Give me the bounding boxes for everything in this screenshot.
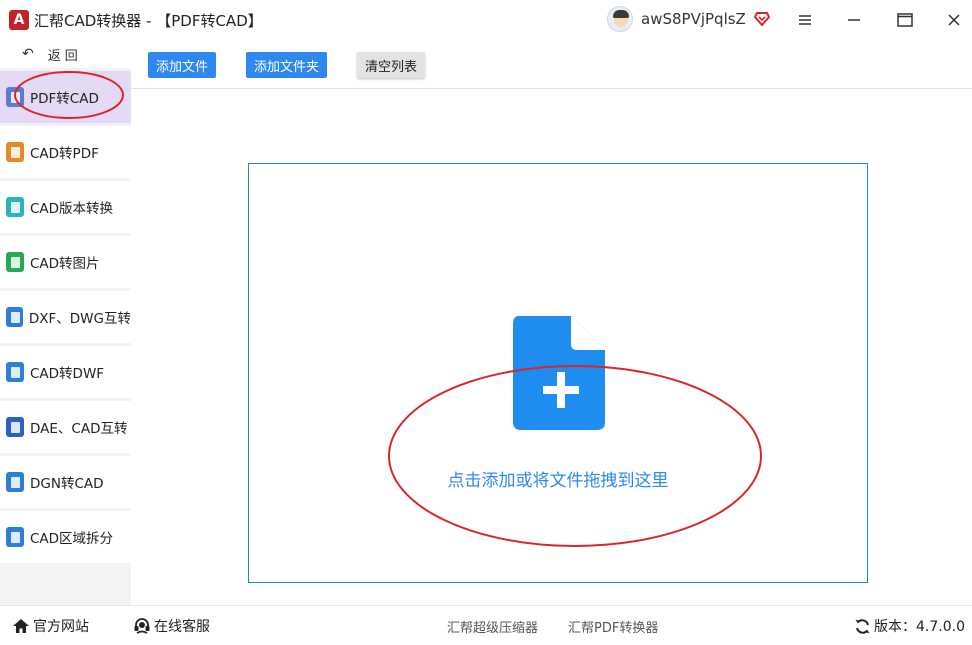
status-bar: 官方网站 在线客服 汇帮超级压缩器 汇帮PDF转换器 版本：4.7.0.0 xyxy=(0,605,972,645)
version-info[interactable]: 版本：4.7.0.0 xyxy=(853,616,965,636)
annotation-ellipse-dropzone xyxy=(388,365,762,547)
minimize-icon[interactable] xyxy=(843,9,865,31)
sidebar-item-label: DGN转CAD xyxy=(30,476,104,492)
sidebar: ↶ 返回 PDF转CAD CAD转PDF CAD版本转换 CAD转图片 DXF、DWG互… xyxy=(0,40,131,605)
official-website-label: 官方网站 xyxy=(33,619,89,635)
username[interactable]: awS8PVjPqlsZ xyxy=(641,10,746,28)
sidebar-item-label: CAD版本转换 xyxy=(30,201,114,217)
add-folder-button[interactable]: 添加文件夹 xyxy=(246,52,327,78)
sidebar-item[interactable]: CAD转PDF xyxy=(0,126,131,178)
sidebar-item[interactable]: DAE、CAD互转 xyxy=(0,401,131,453)
compressor-link[interactable]: 汇帮超级压缩器 xyxy=(447,617,538,636)
clear-list-button[interactable]: 清空列表 xyxy=(357,52,425,78)
back-button[interactable]: ↶ 返回 xyxy=(0,40,131,68)
dae-cad-icon xyxy=(6,417,24,437)
sidebar-item-label: CAD转DWF xyxy=(30,366,105,382)
window-title: 汇帮CAD转换器 - 【PDF转CAD】 xyxy=(34,11,263,30)
menu-icon[interactable] xyxy=(794,9,816,31)
app-logo-icon: A xyxy=(9,10,29,30)
online-support-label: 在线客服 xyxy=(154,619,210,635)
sidebar-item[interactable]: DXF、DWG互转 xyxy=(0,291,131,343)
annotation-ellipse-sidebar xyxy=(14,71,124,119)
vip-diamond-icon[interactable] xyxy=(753,11,770,27)
pdf-converter-link[interactable]: 汇帮PDF转换器 xyxy=(568,617,658,636)
sidebar-item[interactable]: CAD转图片 xyxy=(0,236,131,288)
add-file-button[interactable]: 添加文件 xyxy=(148,52,216,78)
sidebar-item-label: CAD区域拆分 xyxy=(30,531,114,547)
user-profile[interactable]: awS8PVjPqlsZ xyxy=(607,6,770,32)
cad-to-pdf-icon xyxy=(6,142,24,162)
back-arrow-icon: ↶ xyxy=(22,46,34,62)
title-bar: A 汇帮CAD转换器 - 【PDF转CAD】 xyxy=(0,0,972,40)
sidebar-item[interactable]: CAD转DWF xyxy=(0,346,131,398)
sidebar-item-label: CAD转PDF xyxy=(30,146,99,162)
refresh-icon xyxy=(853,617,871,635)
official-website-link[interactable]: 官方网站 xyxy=(12,616,89,636)
version-label: 版本：4.7.0.0 xyxy=(874,619,965,635)
home-icon xyxy=(12,617,30,635)
cad-split-icon xyxy=(6,527,24,547)
cad-version-icon xyxy=(6,197,24,217)
close-icon[interactable] xyxy=(943,9,965,31)
headset-icon xyxy=(133,617,151,635)
cad-to-image-icon xyxy=(6,252,24,272)
toolbar-divider xyxy=(131,88,972,89)
avatar[interactable] xyxy=(607,6,633,32)
sidebar-item-label: DXF、DWG互转 xyxy=(28,311,131,327)
back-label: 返回 xyxy=(47,48,82,64)
sidebar-item-label: CAD转图片 xyxy=(30,256,100,272)
dxf-dwg-icon xyxy=(6,307,23,327)
online-support-link[interactable]: 在线客服 xyxy=(133,616,210,636)
maximize-icon[interactable] xyxy=(894,9,916,31)
dgn-to-cad-icon xyxy=(6,472,24,492)
sidebar-item[interactable]: CAD区域拆分 xyxy=(0,511,131,563)
sidebar-item-label: DAE、CAD互转 xyxy=(30,421,128,437)
sidebar-item[interactable]: DGN转CAD xyxy=(0,456,131,508)
cad-to-dwf-icon xyxy=(6,362,24,382)
sidebar-item[interactable]: CAD版本转换 xyxy=(0,181,131,233)
